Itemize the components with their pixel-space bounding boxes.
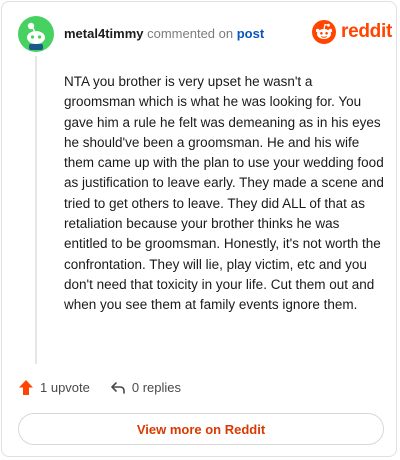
- author-name[interactable]: metal4timmy: [64, 26, 143, 41]
- avatar[interactable]: [18, 16, 54, 52]
- reddit-logo[interactable]: reddit: [312, 20, 392, 44]
- view-more-button[interactable]: View more on Reddit: [18, 413, 384, 445]
- thread-line: [35, 56, 37, 364]
- reddit-logo-icon: [312, 20, 336, 44]
- comment-actions: 1 upvote 0 replies: [18, 379, 181, 396]
- upvote-count: 1 upvote: [40, 380, 90, 395]
- comment-header: metal4timmy commented on post: [64, 26, 264, 42]
- comment-body: NTA you brother is very upset he wasn't …: [64, 74, 384, 313]
- replies-button[interactable]: 0 replies: [110, 380, 181, 396]
- brand-name: reddit: [341, 21, 392, 42]
- upvote-button[interactable]: 1 upvote: [18, 379, 90, 396]
- upvote-arrow-icon: [19, 380, 33, 395]
- replies-count: 0 replies: [131, 380, 182, 395]
- action-text: commented on: [147, 26, 234, 41]
- post-link[interactable]: post: [237, 26, 264, 41]
- embedded-comment-card: metal4timmy commented on post reddit NTA…: [1, 1, 397, 457]
- reply-arrow-icon: [111, 381, 125, 394]
